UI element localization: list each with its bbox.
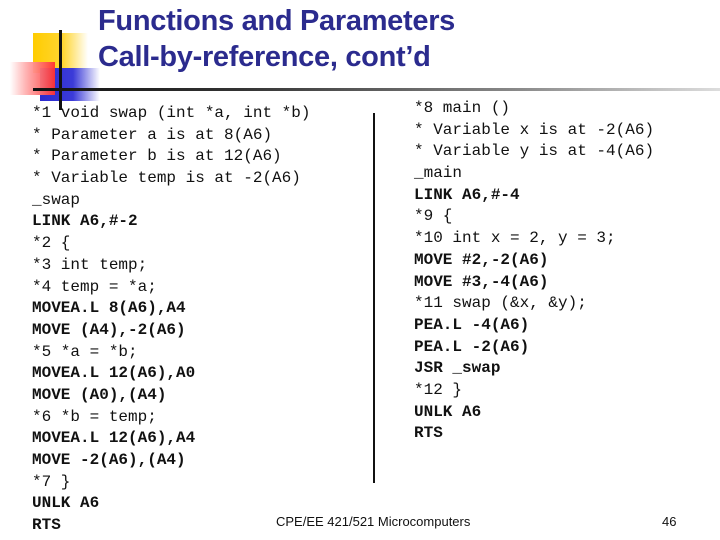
- code-line-comment: * Variable y is at -4(A6): [414, 142, 655, 161]
- code-line-comment: _main: [414, 164, 463, 183]
- code-line-instruction: UNLK A6: [414, 402, 482, 421]
- column-divider: [373, 113, 375, 483]
- code-line-instruction: RTS: [32, 516, 61, 535]
- slide-title: Functions and Parameters Call-by-referen…: [98, 3, 455, 75]
- code-line-comment: * Parameter a is at 8(A6): [32, 125, 273, 144]
- code-line-comment: *8 main (): [414, 99, 511, 117]
- code-line-comment: *7 }: [32, 472, 71, 491]
- main-function-code: *8 main () * Variable x is at -2(A6) * Var…: [414, 98, 654, 445]
- code-line-comment: _swap: [32, 190, 81, 209]
- code-line-instruction: MOVEA.L 8(A6),A4: [32, 299, 186, 318]
- code-line-comment: *12 }: [414, 380, 463, 399]
- code-line-comment: *2 {: [32, 234, 71, 253]
- swap-function-code: *1 void swap (int *a, int *b) * Parameter…: [32, 103, 310, 537]
- title-underline-rule: [33, 88, 720, 91]
- code-line-instruction: PEA.L -4(A6): [414, 315, 530, 334]
- code-line-instruction: MOVEA.L 12(A6),A4: [32, 429, 196, 448]
- page-number: 46: [662, 514, 677, 529]
- code-line-instruction: LINK A6,#-2: [32, 212, 138, 231]
- code-line-instruction: MOVE #2,-2(A6): [414, 250, 549, 269]
- code-line-instruction: MOVE #3,-4(A6): [414, 272, 549, 291]
- slide-footer: CPE/EE 421/521 Microcomputers: [276, 514, 471, 529]
- code-line-comment: *10 int x = 2, y = 3;: [414, 229, 616, 248]
- code-line-instruction: MOVE (A0),(A4): [32, 385, 167, 404]
- code-line-comment: * Variable temp is at -2(A6): [32, 169, 301, 188]
- code-line-instruction: RTS: [414, 424, 443, 443]
- decor-vertical-line: [59, 30, 62, 110]
- code-line-comment: *3 int temp;: [32, 255, 148, 274]
- code-line-comment: * Variable x is at -2(A6): [414, 120, 655, 139]
- code-line-comment: *1 void swap (int *a, int *b): [32, 104, 311, 122]
- code-line-comment: *6 *b = temp;: [32, 407, 157, 426]
- code-line-instruction: MOVE (A4),-2(A6): [32, 320, 186, 339]
- code-line-instruction: JSR _swap: [414, 359, 501, 378]
- code-line-instruction: MOVE -2(A6),(A4): [32, 451, 186, 469]
- code-line-comment: * Parameter b is at 12(A6): [32, 147, 282, 166]
- code-line-instruction: LINK A6,#-4: [414, 185, 520, 204]
- code-line-instruction: PEA.L -2(A6): [414, 337, 530, 356]
- code-line-instruction: UNLK A6: [32, 494, 100, 513]
- slide-title-line-2: Call-by-reference, cont’d: [98, 41, 431, 73]
- code-line-comment: *5 *a = *b;: [32, 342, 138, 361]
- code-line-comment: *9 {: [414, 207, 453, 226]
- code-line-comment: *4 temp = *a;: [32, 277, 157, 296]
- slide-title-line-1: Functions and Parameters: [98, 5, 456, 37]
- code-line-comment: *11 swap (&x, &y);: [414, 294, 587, 313]
- code-line-instruction: MOVEA.L 12(A6),A0: [32, 364, 196, 383]
